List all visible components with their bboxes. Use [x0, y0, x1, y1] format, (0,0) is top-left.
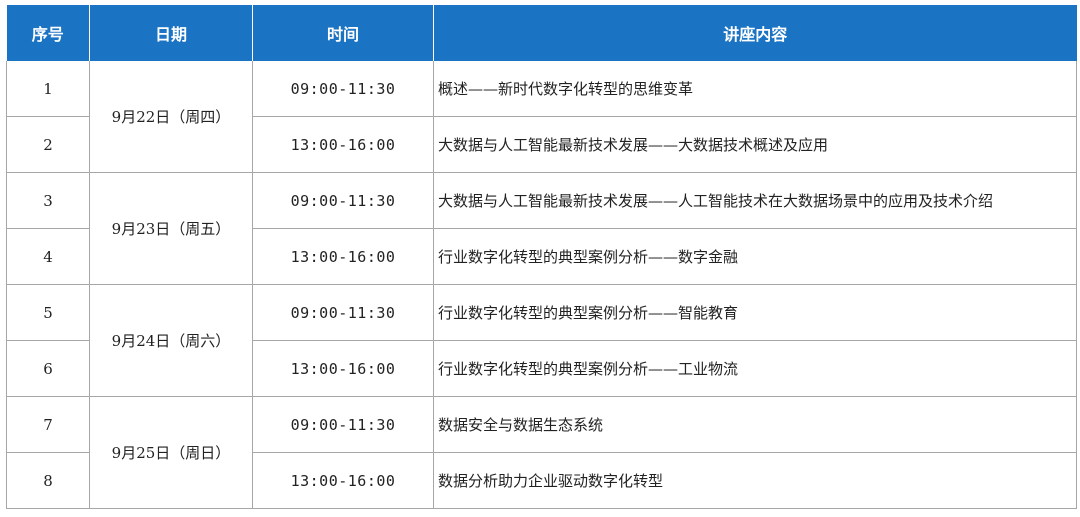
- header-seq: 序号: [6, 5, 90, 61]
- date-cell: 9月22日（周四）: [89, 61, 253, 173]
- topic-cell: 行业数字化转型的典型案例分析——工业物流: [433, 340, 1077, 397]
- topic-cell: 大数据与人工智能最新技术发展——大数据技术概述及应用: [433, 116, 1077, 173]
- topic-cell: 行业数字化转型的典型案例分析——数字金融: [433, 228, 1077, 285]
- schedule-table-container: 序号 日期 时间 讲座内容 1 9月22日（周四） 09:00-11:30 概述…: [6, 5, 1077, 509]
- table-row: 5 9月24日（周六） 09:00-11:30 行业数字化转型的典型案例分析——…: [6, 284, 1077, 397]
- table-row: 3 9月23日（周五） 09:00-11:30 大数据与人工智能最新技术发展——…: [6, 172, 1077, 285]
- header-time: 时间: [252, 5, 434, 61]
- seq-cell: 2: [6, 116, 90, 173]
- lecture-schedule-table: 序号 日期 时间 讲座内容 1 9月22日（周四） 09:00-11:30 概述…: [6, 5, 1077, 509]
- time-cell: 13:00-16:00: [252, 340, 434, 397]
- seq-cell: 1: [6, 61, 90, 117]
- seq-cell: 4: [6, 228, 90, 285]
- table-header: 序号 日期 时间 讲座内容: [6, 5, 1077, 61]
- time-cell: 09:00-11:30: [252, 284, 434, 341]
- seq-cell: 6: [6, 340, 90, 397]
- date-cell: 9月23日（周五）: [89, 172, 253, 285]
- topic-cell: 行业数字化转型的典型案例分析——智能教育: [433, 284, 1077, 341]
- seq-cell: 5: [6, 284, 90, 341]
- table-row: 1 9月22日（周四） 09:00-11:30 概述——新时代数字化转型的思维变…: [6, 61, 1077, 173]
- topic-cell: 数据安全与数据生态系统: [433, 396, 1077, 453]
- time-cell: 13:00-16:00: [252, 452, 434, 509]
- seq-cell: 7: [6, 396, 90, 453]
- header-row: 序号 日期 时间 讲座内容: [6, 5, 1077, 61]
- date-cell: 9月25日（周日）: [89, 396, 253, 509]
- time-cell: 09:00-11:30: [252, 396, 434, 453]
- header-topic: 讲座内容: [433, 5, 1077, 61]
- time-cell: 13:00-16:00: [252, 116, 434, 173]
- header-date: 日期: [89, 5, 253, 61]
- date-cell: 9月24日（周六）: [89, 284, 253, 397]
- table-row: 7 9月25日（周日） 09:00-11:30 数据安全与数据生态系统: [6, 396, 1077, 509]
- topic-cell: 数据分析助力企业驱动数字化转型: [433, 452, 1077, 509]
- seq-cell: 8: [6, 452, 90, 509]
- seq-cell: 3: [6, 172, 90, 229]
- topic-cell: 大数据与人工智能最新技术发展——人工智能技术在大数据场景中的应用及技术介绍: [433, 172, 1077, 229]
- time-cell: 09:00-11:30: [252, 172, 434, 229]
- time-cell: 13:00-16:00: [252, 228, 434, 285]
- topic-cell: 概述——新时代数字化转型的思维变革: [433, 61, 1077, 117]
- table-body: 1 9月22日（周四） 09:00-11:30 概述——新时代数字化转型的思维变…: [6, 61, 1077, 509]
- time-cell: 09:00-11:30: [252, 61, 434, 117]
